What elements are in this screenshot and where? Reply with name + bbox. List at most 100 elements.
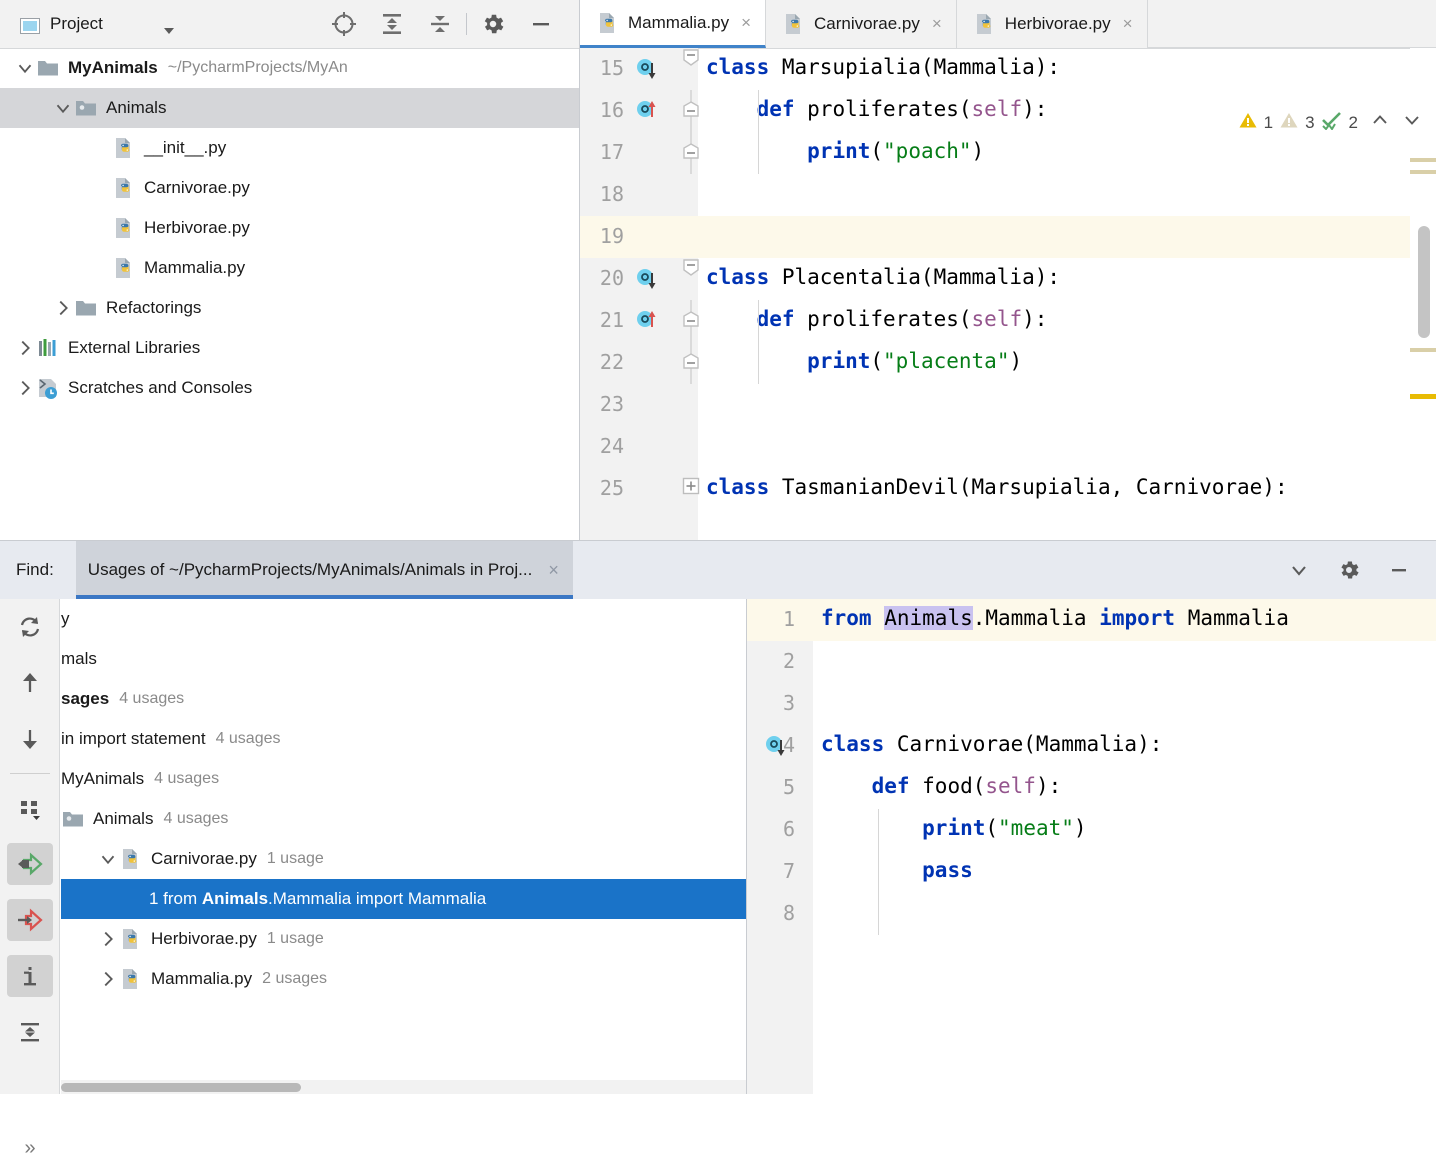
chevron-up-icon[interactable] <box>1370 110 1390 135</box>
expand-preview-left-icon[interactable] <box>0 836 60 892</box>
gear-icon[interactable] <box>469 0 517 48</box>
gutter-line[interactable]: 25 <box>580 468 698 510</box>
code-line[interactable] <box>698 174 1436 216</box>
preview-code-line[interactable]: 8 <box>747 893 1436 935</box>
find-result-row[interactable]: Mammalia.py2 usages <box>61 959 746 999</box>
next-occurrence-icon[interactable] <box>0 711 60 767</box>
project-tree-item[interactable]: Carnivorae.py <box>0 168 579 208</box>
code-line[interactable] <box>698 426 1436 468</box>
overriding-up-icon[interactable] <box>636 100 658 122</box>
find-result-row[interactable]: Animals4 usages <box>61 799 746 839</box>
code-line[interactable]: class Marsupialia(Mammalia): <box>698 48 1436 90</box>
editor-tab[interactable]: Herbivorae.py× <box>957 0 1148 48</box>
gutter-line[interactable]: 23 <box>580 384 698 426</box>
chevron-down-icon[interactable] <box>97 848 119 870</box>
group-by-icon[interactable] <box>0 780 60 836</box>
scrollbar-thumb[interactable] <box>61 1083 301 1092</box>
editor-tab[interactable]: Carnivorae.py× <box>766 0 957 48</box>
code-line[interactable]: print("poach") <box>698 132 1436 174</box>
error-marker[interactable] <box>1410 394 1436 399</box>
expand-all-icon[interactable] <box>368 0 416 48</box>
find-result-row[interactable]: Herbivorae.py1 usage <box>61 919 746 959</box>
gutter-line[interactable]: 18 <box>580 174 698 216</box>
gutter-line[interactable]: 17 <box>580 132 698 174</box>
info-icon[interactable] <box>0 948 60 1004</box>
override-down-icon[interactable] <box>636 268 658 290</box>
code-line[interactable]: print("placenta") <box>698 342 1436 384</box>
gutter-line[interactable]: 21 <box>580 300 698 342</box>
chevron-down-icon[interactable] <box>14 57 36 79</box>
warning-marker[interactable] <box>1410 348 1436 352</box>
gutter-line[interactable]: 22 <box>580 342 698 384</box>
chevron-down-icon[interactable] <box>1402 110 1422 135</box>
find-tab[interactable]: Usages of ~/PycharmProjects/MyAnimals/An… <box>76 541 573 599</box>
editor-tab[interactable]: Mammalia.py× <box>580 0 766 48</box>
project-tree-item[interactable]: Mammalia.py <box>0 248 579 288</box>
close-icon[interactable]: × <box>932 14 942 34</box>
gutter-line[interactable]: 15 <box>580 48 698 90</box>
expand-collapse-icon[interactable] <box>0 1004 60 1060</box>
code-line[interactable]: class TasmanianDevil(Marsupialia, Carniv… <box>698 468 1436 510</box>
hide-icon[interactable] <box>1374 541 1424 599</box>
inspection-widget[interactable]: 1 3 2 <box>1238 110 1422 135</box>
code-line[interactable] <box>698 216 1436 258</box>
chevron-right-icon[interactable] <box>14 377 36 399</box>
chevron-down-icon[interactable] <box>52 97 74 119</box>
project-tree-item[interactable]: Scratches and Consoles <box>0 368 579 408</box>
hide-icon[interactable] <box>517 0 565 48</box>
gear-icon[interactable] <box>1324 541 1374 599</box>
preview-code-line[interactable]: 3 <box>747 683 1436 725</box>
find-result-row[interactable]: mals <box>61 639 746 679</box>
override-down-icon[interactable] <box>765 735 787 762</box>
preview-code-line[interactable]: 4class Carnivorae(Mammalia): <box>747 725 1436 767</box>
code-line[interactable] <box>698 384 1436 426</box>
close-icon[interactable]: × <box>741 13 751 33</box>
collapse-all-icon[interactable] <box>416 0 464 48</box>
code-editor[interactable]: 1516171819202122232425 class Marsupialia… <box>580 48 1436 540</box>
warning-marker[interactable] <box>1410 158 1436 162</box>
find-result-row[interactable]: in import statement4 usages <box>61 719 746 759</box>
project-tree-item[interactable]: __init__.py <box>0 128 579 168</box>
project-tree-item[interactable]: Herbivorae.py <box>0 208 579 248</box>
overriding-up-icon[interactable] <box>636 310 658 332</box>
gutter-line[interactable]: 16 <box>580 90 698 132</box>
editor-gutter[interactable]: 1516171819202122232425 <box>580 48 698 540</box>
find-result-row[interactable]: Carnivorae.py1 usage <box>61 839 746 879</box>
select-opened-file-icon[interactable] <box>320 0 368 48</box>
code-line[interactable]: def proliferates(self): <box>698 300 1436 342</box>
preview-code-line[interactable]: 7 pass <box>747 851 1436 893</box>
find-results-tree[interactable]: ymalssages4 usagesin import statement4 u… <box>61 599 746 1072</box>
warning-marker[interactable] <box>1410 170 1436 174</box>
more-icon[interactable]: » <box>0 1120 60 1176</box>
chevron-right-icon[interactable] <box>14 337 36 359</box>
find-result-row[interactable]: sages4 usages <box>61 679 746 719</box>
close-icon[interactable]: × <box>1123 14 1133 34</box>
chevron-right-icon[interactable] <box>97 928 119 950</box>
find-result-row[interactable]: MyAnimals4 usages <box>61 759 746 799</box>
project-tree-item[interactable]: Refactorings <box>0 288 579 328</box>
preview-code-line[interactable]: 1from Animals.Mammalia import Mammalia <box>747 599 1436 641</box>
chevron-down-icon[interactable] <box>160 22 178 44</box>
project-tree-item[interactable]: External Libraries <box>0 328 579 368</box>
rerun-icon[interactable] <box>0 599 60 655</box>
code-line[interactable]: class Placentalia(Mammalia): <box>698 258 1436 300</box>
previous-occurrence-icon[interactable] <box>0 655 60 711</box>
project-tree[interactable]: MyAnimals~/PycharmProjects/MyAnAnimals__… <box>0 48 579 540</box>
preview-code-line[interactable]: 2 <box>747 641 1436 683</box>
chevron-right-icon[interactable] <box>97 968 119 990</box>
open-in-find-icon[interactable] <box>0 892 60 948</box>
close-icon[interactable]: × <box>548 560 559 581</box>
find-result-selected-row[interactable]: 1 from Animals.Mammalia import Mammalia <box>61 879 746 919</box>
gutter-line[interactable]: 19 <box>580 216 698 258</box>
usage-preview-editor[interactable]: 1from Animals.Mammalia import Mammalia23… <box>747 599 1436 1094</box>
preview-code-line[interactable]: 5 def food(self): <box>747 767 1436 809</box>
chevron-down-icon[interactable] <box>1274 541 1324 599</box>
override-down-icon[interactable] <box>636 58 658 80</box>
project-tree-item[interactable]: Animals <box>0 88 579 128</box>
preview-code-line[interactable]: 6 print("meat") <box>747 809 1436 851</box>
gutter-line[interactable]: 24 <box>580 426 698 468</box>
find-result-row[interactable]: y <box>61 599 746 639</box>
editor-vertical-scrollbar-thumb[interactable] <box>1418 226 1430 338</box>
gutter-line[interactable]: 20 <box>580 258 698 300</box>
find-results-horizontal-scrollbar[interactable] <box>61 1080 746 1094</box>
